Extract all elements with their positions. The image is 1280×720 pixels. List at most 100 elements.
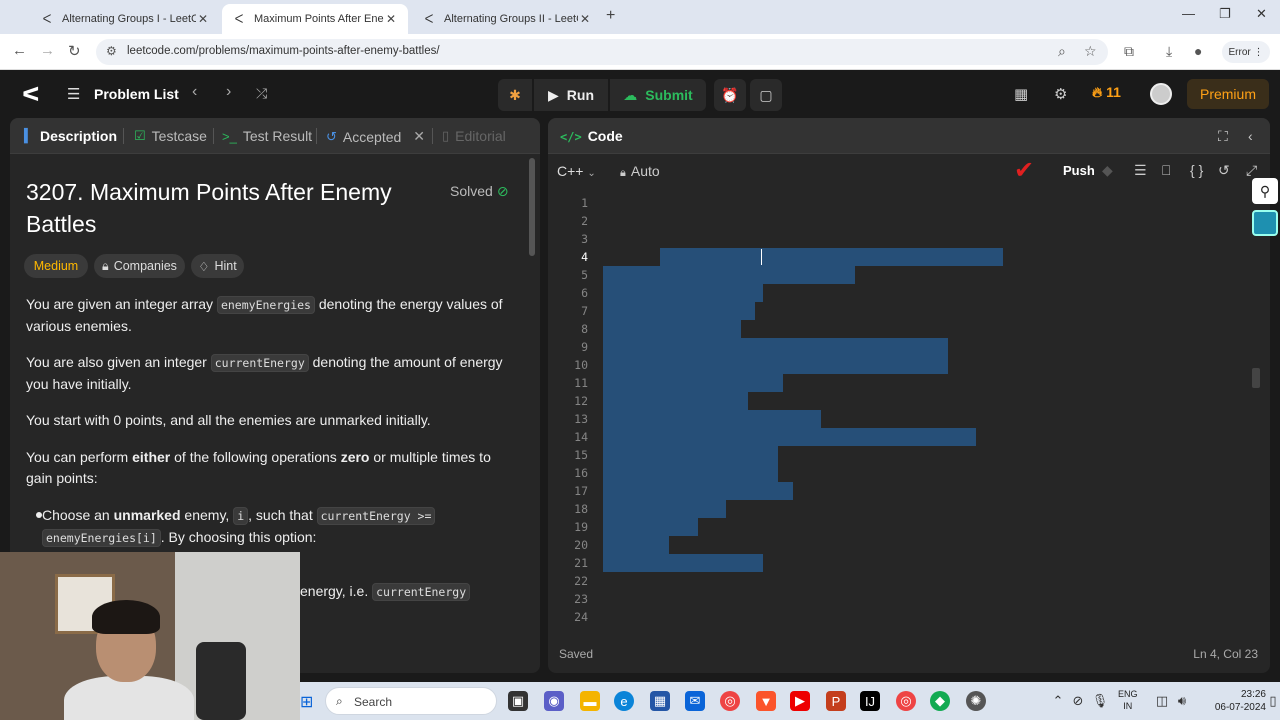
browser-tab-alternating-groups-1[interactable]: ᐸ Alternating Groups I - LeetCode ✕ (30, 4, 220, 34)
language-indicator[interactable]: ENG IN (1118, 688, 1138, 712)
tab-title: Alternating Groups II - LeetCode (444, 13, 578, 25)
mail-icon[interactable]: ✉ (685, 691, 705, 711)
close-icon[interactable]: ✕ (578, 12, 592, 26)
teams-icon[interactable]: ◉ (544, 691, 564, 711)
run-button[interactable]: ▶ Run (534, 79, 608, 111)
search-label: Search (354, 695, 393, 709)
chrome-icon[interactable]: ◎ (720, 691, 740, 711)
tray-chevron-icon[interactable]: ⌃ (1048, 691, 1068, 711)
fullscreen-icon[interactable]: ⛶ (1218, 128, 1228, 145)
clock[interactable]: 23:26 06-07-2024 (1202, 688, 1266, 714)
push-button[interactable]: Push (1063, 163, 1095, 178)
intellij-icon[interactable]: IJ (860, 691, 880, 711)
mic-icon[interactable]: 🎙︎ (1090, 691, 1110, 711)
task-view-icon[interactable]: ▣ (508, 691, 528, 711)
prev-problem-icon[interactable]: ‹ (192, 83, 197, 101)
store-icon[interactable]: ▦ (650, 691, 670, 711)
notes-button[interactable]: ▢ (750, 79, 782, 111)
editor-scrollbar[interactable] (1252, 368, 1260, 388)
chatgpt-icon[interactable]: ✺ (966, 691, 986, 711)
save-status: Saved (559, 647, 594, 661)
code-editor[interactable]: 1 2 3 4 5 6 7 8 9 10 11 12 13 14 15 16 1… (548, 192, 1270, 624)
minimize-icon[interactable]: — (1182, 6, 1195, 21)
app-icon[interactable]: ◆ (930, 691, 950, 711)
taskbar-search[interactable]: ⌕ Search (325, 687, 497, 715)
tab-label: Accepted (342, 128, 402, 145)
reload-icon[interactable]: ↻ (68, 42, 81, 60)
error-label: Error (1228, 46, 1251, 58)
debug-button[interactable]: ✱ (498, 79, 532, 111)
chrome-active-icon[interactable]: ◎ (896, 691, 916, 711)
close-icon[interactable]: ✕ (384, 12, 398, 26)
next-problem-icon[interactable]: › (226, 83, 231, 101)
auto-mode-toggle[interactable]: 🔒︎ Auto (620, 163, 660, 180)
close-icon[interactable]: ✕ (196, 12, 210, 26)
description-scrollbar[interactable] (528, 158, 536, 663)
zoom-icon[interactable]: ⌕ (1058, 43, 1066, 60)
shuffle-icon[interactable]: ⤮ (256, 85, 267, 102)
avatar[interactable] (1150, 83, 1172, 105)
notifications-icon[interactable]: ▯ (1268, 691, 1278, 711)
url-field[interactable]: ⚙ leetcode.com/problems/maximum-points-a… (96, 39, 1108, 65)
tab-description[interactable]: ▍ Description (24, 128, 117, 144)
tab-testcase[interactable]: ☑ Testcase (134, 128, 207, 144)
back-icon[interactable]: ← (12, 42, 27, 59)
problem-title[interactable]: 3207. Maximum Points After Enemy Battles (26, 176, 446, 240)
submit-button[interactable]: ☁ Submit (610, 79, 706, 111)
collapse-icon[interactable]: ‹ (1248, 128, 1253, 144)
companies-button[interactable]: 🔒︎ Companies (94, 254, 185, 278)
extension-widget-icon[interactable]: ⚲ (1252, 178, 1278, 204)
line-number: 21 (574, 556, 588, 570)
tab-accepted[interactable]: ↺ Accepted ✕ (326, 128, 425, 145)
profile-icon[interactable]: ● (1194, 43, 1202, 59)
tab-test-result[interactable]: >_ Test Result (222, 128, 312, 144)
error-button[interactable]: Error ⋮ (1222, 41, 1270, 63)
site-info-icon[interactable]: ⚙ (106, 44, 117, 58)
problem-list-link[interactable]: Problem List (94, 86, 179, 102)
bookmark-star-icon[interactable]: ☆ (1084, 43, 1097, 60)
forward-icon[interactable]: → (40, 42, 55, 59)
network-icon[interactable]: ⊘ (1068, 691, 1088, 711)
windows-start-icon[interactable]: ⊞ (300, 692, 313, 712)
new-tab-icon[interactable]: + (606, 7, 615, 25)
streak-counter[interactable]: 🔥︎ 11 (1092, 84, 1121, 101)
code-icon: </> (560, 130, 582, 144)
file-explorer-icon[interactable]: ▬ (580, 691, 600, 711)
leetcode-logo-icon[interactable]: ᐸ (22, 82, 40, 107)
language-select[interactable]: C++ ⌄ (557, 163, 596, 179)
download-icon[interactable]: ⤓ (1166, 43, 1172, 60)
assistant-widget-icon[interactable] (1252, 210, 1278, 236)
close-icon[interactable]: ✕ (413, 128, 425, 145)
list-icon[interactable]: ☰ (67, 85, 80, 103)
wifi-icon[interactable]: ◫ (1152, 691, 1172, 711)
browser-tab-alternating-groups-2[interactable]: ᐸ Alternating Groups II - LeetCode ✕ (412, 4, 602, 34)
expand-icon[interactable]: ⤢ (1246, 162, 1257, 179)
youtube-icon[interactable]: ▶ (790, 691, 810, 711)
difficulty-badge: Medium (24, 254, 88, 278)
play-icon: ▶ (548, 86, 559, 103)
bookmark-icon[interactable]: ⎕ (1162, 162, 1170, 179)
format-icon[interactable]: ☰ (1134, 162, 1147, 179)
lock-icon: 🔒︎ (102, 258, 109, 273)
volume-icon[interactable]: 🔊︎ (1172, 691, 1192, 711)
braces-icon[interactable]: { } (1190, 162, 1203, 178)
maximize-icon[interactable]: ❐ (1219, 6, 1231, 22)
brave-icon[interactable]: ▼ (756, 691, 776, 711)
powerpoint-icon[interactable]: P (826, 691, 846, 711)
settings-gear-icon[interactable]: ⚙ (1054, 85, 1067, 103)
inline-code: currentEnergy (372, 583, 471, 601)
window-close-icon[interactable]: ✕ (1256, 6, 1267, 22)
scrollbar-thumb[interactable] (529, 158, 535, 256)
browser-tab-max-points[interactable]: ᐸ Maximum Points After Enemy Battles ✕ (222, 4, 408, 34)
tab-editorial[interactable]: ▯ Editorial (442, 128, 506, 144)
extensions-icon[interactable]: ⧉ (1124, 43, 1134, 60)
timer-button[interactable]: ⏰ (714, 79, 746, 111)
reset-icon[interactable]: ↺ (1218, 162, 1230, 179)
premium-button[interactable]: Premium (1187, 79, 1269, 109)
line-number: 15 (574, 448, 588, 462)
edge-icon[interactable]: e (614, 691, 634, 711)
grid-apps-icon[interactable]: ▦ (1014, 85, 1028, 103)
hint-button[interactable]: ♢ Hint (191, 254, 244, 278)
git-icon[interactable]: ◆ (1102, 162, 1113, 179)
clock-date: 06-07-2024 (1214, 702, 1266, 713)
